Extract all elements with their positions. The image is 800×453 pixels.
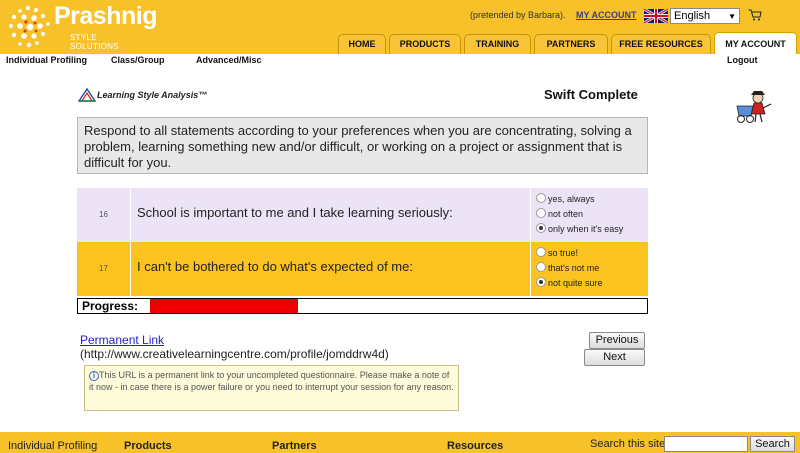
radio-button-selected[interactable] bbox=[536, 223, 546, 233]
radio-button-selected[interactable] bbox=[536, 277, 546, 287]
progress-bar: Progress: bbox=[77, 298, 648, 314]
learning-style-analysis-logo: Learning Style Analysis™ bbox=[78, 88, 238, 104]
progress-label: Progress: bbox=[82, 299, 139, 313]
triangle-logo-icon bbox=[78, 88, 96, 102]
radio-button[interactable] bbox=[536, 247, 546, 257]
info-notice: i This URL is a permanent link to your un… bbox=[84, 365, 459, 411]
page-title: Swift Complete bbox=[544, 87, 638, 102]
answer-label: not often bbox=[548, 209, 584, 219]
progress-fill bbox=[150, 299, 299, 313]
answer-label: so true! bbox=[548, 248, 579, 258]
info-icon: i bbox=[89, 371, 99, 381]
radio-button[interactable] bbox=[536, 262, 546, 272]
question-text: I can't be bothered to do what's expecte… bbox=[137, 259, 413, 274]
footer-resources[interactable]: Resources bbox=[447, 440, 503, 452]
permanent-link-url: (http://www.creativelearningcentre.com/p… bbox=[80, 347, 389, 361]
permanent-link[interactable]: Permanent Link bbox=[80, 333, 164, 347]
brand-name: Prashnig bbox=[54, 2, 157, 30]
site-header: Prashnig STYLE SOLUTIONS (pretended by B… bbox=[0, 0, 800, 54]
footer-products[interactable]: Products bbox=[124, 440, 172, 452]
tab-my-account[interactable]: MY ACCOUNT bbox=[714, 32, 797, 54]
tab-products[interactable]: PRODUCTS bbox=[389, 34, 461, 54]
previous-button[interactable]: Previous bbox=[589, 332, 645, 349]
search-label: Search this site: bbox=[590, 438, 669, 450]
radio-button[interactable] bbox=[536, 193, 546, 203]
questions-table: 16 School is important to me and I take … bbox=[77, 188, 648, 296]
next-button[interactable]: Next bbox=[584, 349, 645, 366]
answer-label: yes, always bbox=[548, 194, 595, 204]
info-text: This URL is a permanent link to your unc… bbox=[89, 370, 454, 392]
search-input[interactable] bbox=[664, 436, 748, 452]
question-row: 16 School is important to me and I take … bbox=[77, 188, 648, 242]
pretended-by-text: (pretended by Barbara). bbox=[470, 10, 566, 20]
answer-label: only when it's easy bbox=[548, 224, 624, 234]
answer-label: that's not me bbox=[548, 263, 600, 273]
answer-option[interactable]: not often bbox=[536, 208, 648, 223]
sub-navigation: Individual Profiling Class/Group Advance… bbox=[0, 54, 800, 68]
tab-free-resources[interactable]: FREE RESOURCES bbox=[611, 34, 711, 54]
brand-subtitle: STYLE SOLUTIONS bbox=[70, 33, 119, 51]
subnav-class-group[interactable]: Class/Group bbox=[111, 55, 165, 65]
tab-training[interactable]: TRAINING bbox=[464, 34, 531, 54]
cart-icon[interactable] bbox=[748, 9, 762, 21]
question-number: 16 bbox=[77, 188, 131, 242]
question-number: 17 bbox=[77, 242, 131, 296]
subnav-individual-profiling[interactable]: Individual Profiling bbox=[6, 55, 87, 65]
progress-track bbox=[150, 299, 644, 313]
tab-home[interactable]: HOME bbox=[338, 34, 386, 54]
uk-flag-icon[interactable] bbox=[644, 9, 668, 23]
question-text: School is important to me and I take lea… bbox=[137, 205, 453, 220]
footer-individual-profiling[interactable]: Individual Profiling bbox=[8, 440, 97, 452]
question-options: yes, always not often only when it's eas… bbox=[530, 188, 648, 242]
answer-option[interactable]: not quite sure bbox=[536, 277, 648, 292]
question-options: so true! that's not me not quite sure bbox=[530, 242, 648, 296]
radio-button[interactable] bbox=[536, 208, 546, 218]
site-footer: Individual Profiling Products Partners R… bbox=[0, 432, 800, 453]
pirate-cartoon-icon bbox=[736, 91, 772, 123]
lsa-logo-text: Learning Style Analysis™ bbox=[97, 90, 208, 100]
answer-option[interactable]: only when it's easy bbox=[536, 223, 648, 238]
brand-logo[interactable]: Prashnig STYLE SOLUTIONS bbox=[6, 2, 157, 52]
subnav-advanced-misc[interactable]: Advanced/Misc bbox=[196, 55, 262, 65]
dots-logo-icon bbox=[9, 5, 50, 48]
footer-partners[interactable]: Partners bbox=[272, 440, 317, 452]
chevron-down-icon: ▼ bbox=[728, 12, 736, 21]
search-button[interactable]: Search bbox=[750, 436, 795, 452]
answer-option[interactable]: that's not me bbox=[536, 262, 648, 277]
answer-option[interactable]: so true! bbox=[536, 247, 648, 262]
logout-link[interactable]: Logout bbox=[727, 55, 758, 65]
instructions-box: Respond to all statements according to y… bbox=[77, 117, 648, 174]
question-row: 17 I can't be bothered to do what's expe… bbox=[77, 242, 648, 296]
language-select[interactable]: English ▼ bbox=[670, 8, 740, 24]
answer-option[interactable]: yes, always bbox=[536, 193, 648, 208]
my-account-link[interactable]: MY ACCOUNT bbox=[576, 10, 637, 20]
tab-partners[interactable]: PARTNERS bbox=[534, 34, 608, 54]
language-selected-value: English bbox=[674, 10, 711, 22]
answer-label: not quite sure bbox=[548, 278, 603, 288]
